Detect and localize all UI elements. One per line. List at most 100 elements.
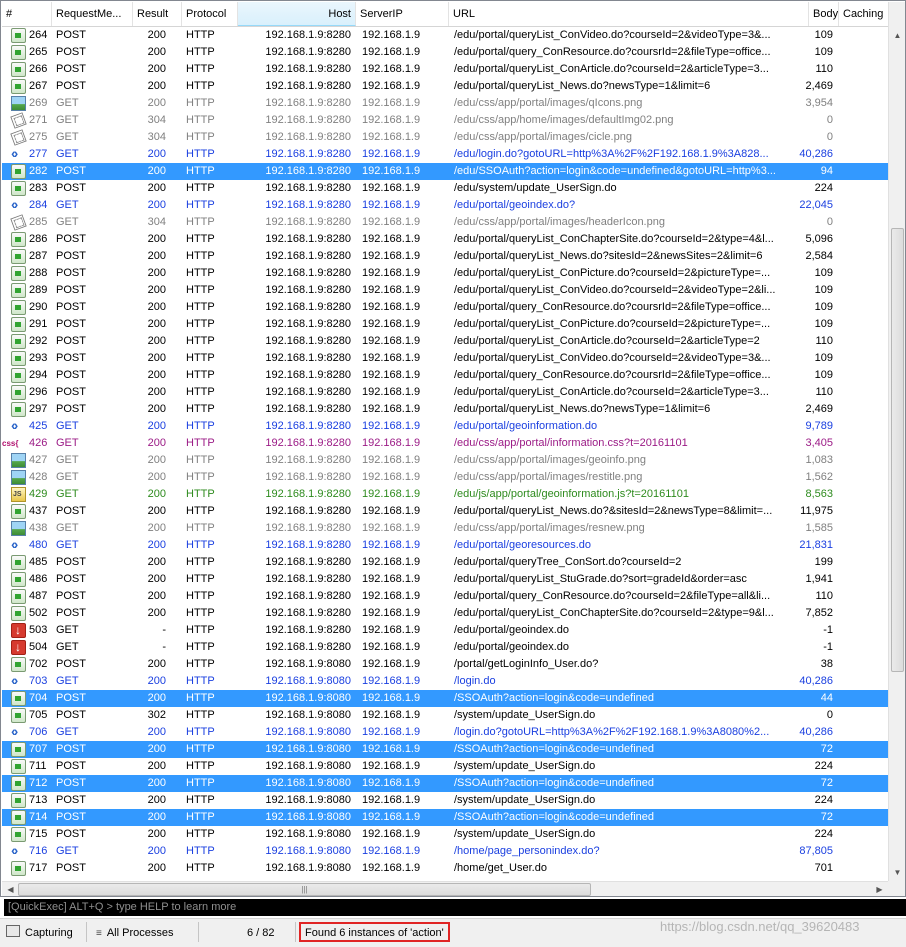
horizontal-scrollbar[interactable]: ◀ ||| ▶ [2,881,888,896]
session-row[interactable]: 294 POST 200 HTTP 192.168.1.9:8280 192.168.1.… [2,367,888,384]
session-row[interactable]: 266 POST 200 HTTP 192.168.1.9:8280 192.168.1.… [2,61,888,78]
session-row[interactable]: 707 POST 200 HTTP 192.168.1.9:8080 192.168.1.… [2,741,888,758]
cell-body: 109 [814,369,833,381]
session-row[interactable]: 428 GET 200 HTTP 192.168.1.9:8280 192.168.1.9… [2,469,888,486]
cell-host: 192.168.1.9:8080 [265,692,351,704]
session-row[interactable]: 715 POST 200 HTTP 192.168.1.9:8080 192.168.1.… [2,826,888,843]
session-row[interactable]: 486 POST 200 HTTP 192.168.1.9:8280 192.168.1.… [2,571,888,588]
session-row[interactable]: 265 POST 200 HTTP 192.168.1.9:8280 192.168.1.… [2,44,888,61]
session-row[interactable]: 504 GET - HTTP 192.168.1.9:8280 192.168.1.9/e… [2,639,888,656]
session-row[interactable]: 502 POST 200 HTTP 192.168.1.9:8280 192.168.1.… [2,605,888,622]
cell-host: 192.168.1.9:8280 [265,284,351,296]
session-row[interactable]: 706 GET 200 HTTP 192.168.1.9:8080 192.168.1.9… [2,723,888,741]
cell-num: 705 [29,709,48,721]
quickexec-bar[interactable]: [QuickExec] ALT+Q > type HELP to learn m… [4,899,906,916]
column-header-caching[interactable]: Caching [839,2,888,26]
session-row[interactable]: 713 POST 200 HTTP 192.168.1.9:8080 192.168.1.… [2,792,888,809]
cell-url: /SSOAuth?action=login&code=undefined [454,777,654,789]
session-row[interactable]: 437 POST 200 HTTP 192.168.1.9:8280 192.168.1.… [2,503,888,520]
session-row[interactable]: 485 POST 200 HTTP 192.168.1.9:8280 192.168.1.… [2,554,888,571]
session-row[interactable]: 438 GET 200 HTTP 192.168.1.9:8280 192.168.1.9… [2,520,888,537]
session-list[interactable]: 264 POST 200 HTTP 192.168.1.9:8280 192.168.1.… [2,27,888,882]
session-row[interactable]: 292 POST 200 HTTP 192.168.1.9:8280 192.168.1.… [2,333,888,350]
scroll-down-arrow-icon[interactable]: ▼ [889,865,905,881]
cell-ip: 192.168.1.9 [362,726,421,738]
session-row[interactable]: 487 POST 200 HTTP 192.168.1.9:8280 192.168.1.… [2,588,888,605]
session-row[interactable]: 288 POST 200 HTTP 192.168.1.9:8280 192.168.1.… [2,265,888,282]
session-row[interactable]: 267 POST 200 HTTP 192.168.1.9:8280 192.168.1.… [2,78,888,95]
column-header-serverip[interactable]: ServerIP [356,2,449,26]
session-row[interactable]: 480 GET 200 HTTP 192.168.1.9:8280 192.168.1.9… [2,536,888,554]
session-row[interactable]: 716 GET 200 HTTP 192.168.1.9:8080 192.168.1.9… [2,842,888,860]
session-row[interactable]: 269 GET 200 HTTP 192.168.1.9:8280 192.168.1.9… [2,95,888,112]
session-row[interactable]: 426 GET 200 HTTP 192.168.1.9:8280 192.168.1.9… [2,435,888,452]
cell-num: 503 [29,624,48,636]
session-row[interactable]: 503 GET - HTTP 192.168.1.9:8280 192.168.1.9/e… [2,622,888,639]
sessions-grid[interactable]: # RequestMe... Result Protocol Host Serv… [0,0,906,897]
column-header-protocol[interactable]: Protocol [182,2,238,26]
cell-url: /SSOAuth?action=login&code=undefined [454,692,654,704]
cell-ip: 192.168.1.9 [362,182,421,194]
cell-method: POST [56,267,86,279]
session-row[interactable]: 297 POST 200 HTTP 192.168.1.9:8280 192.168.1.… [2,401,888,418]
column-header-body[interactable]: Body [809,2,839,26]
session-row[interactable]: 275 GET 304 HTTP 192.168.1.9:8280 192.168.1.9… [2,129,888,146]
session-row[interactable]: 712 POST 200 HTTP 192.168.1.9:8080 192.168.1.… [2,775,888,792]
cell-host: 192.168.1.9:8280 [265,573,351,585]
session-row[interactable]: 283 POST 200 HTTP 192.168.1.9:8280 192.168.1.… [2,180,888,197]
post-icon [11,385,26,400]
process-filter[interactable]: ≡ All Processes [96,924,173,942]
vertical-scrollbar[interactable]: ▲ ▼ [888,2,905,882]
column-header-method[interactable]: RequestMe... [52,2,133,26]
session-row[interactable]: 425 GET 200 HTTP 192.168.1.9:8280 192.168.1.9… [2,417,888,435]
session-row[interactable]: 714 POST 200 HTTP 192.168.1.9:8080 192.168.1.… [2,809,888,826]
session-row[interactable]: 711 POST 200 HTTP 192.168.1.9:8080 192.168.1.… [2,758,888,775]
cell-method: POST [56,46,86,58]
column-header-host[interactable]: Host [238,2,356,26]
cell-result: 200 [147,675,166,687]
cell-result: 200 [147,658,166,670]
session-row[interactable]: 264 POST 200 HTTP 192.168.1.9:8280 192.168.1.… [2,27,888,44]
cell-host: 192.168.1.9:8280 [265,182,351,194]
column-header-result[interactable]: Result [133,2,182,26]
session-row[interactable]: 289 POST 200 HTTP 192.168.1.9:8280 192.168.1.… [2,282,888,299]
scroll-left-arrow-icon[interactable]: ◀ [2,882,19,896]
scroll-up-arrow-icon[interactable]: ▲ [889,28,905,44]
session-row[interactable]: 291 POST 200 HTTP 192.168.1.9:8280 192.168.1.… [2,316,888,333]
horizontal-scroll-thumb[interactable]: ||| [18,883,591,896]
session-row[interactable]: 282 POST 200 HTTP 192.168.1.9:8280 192.168.1.… [2,163,888,180]
cell-protocol: HTTP [186,369,215,381]
session-row[interactable]: 285 GET 304 HTTP 192.168.1.9:8280 192.168.1.9… [2,214,888,231]
session-row[interactable]: 429 GET 200 HTTP 192.168.1.9:8280 192.168.1.9… [2,486,888,503]
session-row[interactable]: 703 GET 200 HTTP 192.168.1.9:8080 192.168.1.9… [2,672,888,690]
session-row[interactable]: 277 GET 200 HTTP 192.168.1.9:8280 192.168.1.9… [2,145,888,163]
post-icon [11,300,26,315]
status-divider [295,922,296,942]
session-row[interactable]: 287 POST 200 HTTP 192.168.1.9:8280 192.168.1.… [2,248,888,265]
vertical-scroll-thumb[interactable] [891,228,904,672]
session-row[interactable]: 702 POST 200 HTTP 192.168.1.9:8080 192.168.1.… [2,656,888,673]
cell-ip: 192.168.1.9 [362,743,421,755]
session-row[interactable]: 704 POST 200 HTTP 192.168.1.9:8080 192.168.1.… [2,690,888,707]
session-row[interactable]: 271 GET 304 HTTP 192.168.1.9:8280 192.168.1.9… [2,112,888,129]
session-row[interactable]: 705 POST 302 HTTP 192.168.1.9:8080 192.168.1.… [2,707,888,724]
column-header-num[interactable]: # [2,2,52,26]
cell-result: 200 [147,182,166,194]
cell-result: 200 [147,63,166,75]
session-row[interactable]: 286 POST 200 HTTP 192.168.1.9:8280 192.168.1.… [2,231,888,248]
session-row[interactable]: 296 POST 200 HTTP 192.168.1.9:8280 192.168.1.… [2,384,888,401]
session-row[interactable]: 717 POST 200 HTTP 192.168.1.9:8080 192.168.1.… [2,860,888,877]
session-row[interactable]: 293 POST 200 HTTP 192.168.1.9:8280 192.168.1.… [2,350,888,367]
cell-method: GET [56,726,79,738]
cell-protocol: HTTP [186,267,215,279]
cell-url: /home/get_User.do [454,862,547,874]
capturing-toggle[interactable]: Capturing [6,924,73,942]
session-row[interactable]: 427 GET 200 HTTP 192.168.1.9:8280 192.168.1.9… [2,452,888,469]
column-header-url[interactable]: URL [449,2,809,26]
session-row[interactable]: 284 GET 200 HTTP 192.168.1.9:8280 192.168.1.9… [2,196,888,214]
cell-body: 40,286 [799,726,833,738]
session-row[interactable]: 290 POST 200 HTTP 192.168.1.9:8280 192.168.1.… [2,299,888,316]
cell-url: /edu/portal/queryList_ConVideo.do?course… [454,29,771,41]
scroll-right-arrow-icon[interactable]: ▶ [871,882,888,896]
cell-body: 199 [814,556,833,568]
